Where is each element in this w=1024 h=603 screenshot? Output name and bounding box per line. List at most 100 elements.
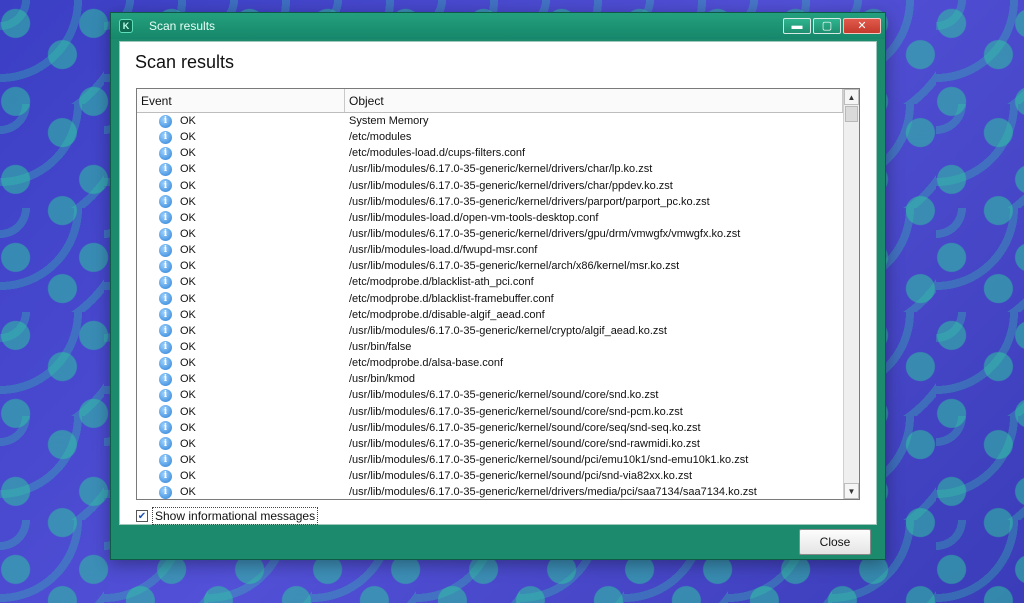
info-icon: i (159, 114, 172, 128)
info-icon: i (159, 162, 172, 176)
info-icon: i (159, 130, 172, 144)
scroll-down-icon[interactable]: ▼ (844, 483, 859, 499)
event-text: OK (180, 486, 196, 499)
object-cell: /usr/bin/kmod (349, 373, 416, 386)
event-text: OK (180, 228, 196, 241)
table-row[interactable]: i OK/usr/lib/modules/6.17.0-35-generic/ke… (137, 468, 843, 484)
object-cell: /usr/lib/modules/6.17.0-35-generic/kerne… (349, 405, 683, 418)
table-row[interactable]: i OK/usr/lib/modules-load.d/fwupd-msr.con… (137, 242, 843, 258)
vertical-scrollbar[interactable]: ▲ ▼ (843, 89, 859, 499)
event-text: OK (180, 373, 196, 386)
table-row[interactable]: i OK/usr/bin/false (137, 339, 843, 355)
table-row[interactable]: i OK/usr/lib/modules/6.17.0-35-generic/ke… (137, 452, 843, 468)
event-text: OK (180, 437, 196, 450)
event-text: OK (180, 292, 196, 305)
table-row[interactable]: i OK System Memory (137, 113, 843, 129)
event-cell: i OK (137, 421, 345, 435)
object-cell: /etc/modprobe.d/blacklist-framebuffer.co… (349, 292, 554, 305)
table-row[interactable]: i OK/usr/lib/modules/6.17.0-35-generic/ke… (137, 387, 843, 403)
show-informational-toggle[interactable]: ✔ Show informational messages (136, 507, 319, 525)
info-icon: i (159, 308, 172, 322)
table-row[interactable]: i OK/usr/lib/modules/6.17.0-35-generic/ke… (137, 404, 843, 420)
object-cell: /etc/modprobe.d/disable-algif_aead.conf (349, 308, 545, 321)
show-informational-label[interactable]: Show informational messages (152, 507, 319, 525)
event-text: OK (180, 195, 196, 208)
column-header-object[interactable]: Object (345, 89, 843, 112)
column-header-event[interactable]: Event (137, 89, 345, 112)
table-row[interactable]: i OK/usr/lib/modules/6.17.0-35-generic/ke… (137, 484, 843, 499)
info-icon: i (159, 405, 172, 419)
info-icon: i (159, 243, 172, 257)
info-icon: i (159, 146, 172, 160)
event-text: OK (180, 260, 196, 273)
table-row[interactable]: i OK/usr/lib/modules/6.17.0-35-generic/ke… (137, 178, 843, 194)
event-cell: i OK (137, 308, 345, 322)
info-icon: i (159, 275, 172, 289)
table-row[interactable]: i OK/etc/modprobe.d/blacklist-ath_pci.con… (137, 274, 843, 290)
page-title: Scan results (135, 52, 235, 72)
object-cell: /usr/lib/modules/6.17.0-35-generic/kerne… (349, 228, 741, 241)
event-text: OK (180, 421, 196, 434)
table-row[interactable]: i OK/usr/lib/modules/6.17.0-35-generic/ke… (137, 258, 843, 274)
event-text: OK (180, 147, 196, 160)
scroll-up-icon[interactable]: ▲ (844, 89, 859, 105)
object-cell: /etc/modprobe.d/blacklist-ath_pci.conf (349, 276, 534, 289)
table-row[interactable]: i OK/usr/lib/modules/6.17.0-35-generic/ke… (137, 194, 843, 210)
event-cell: i OK (137, 437, 345, 451)
table-row[interactable]: i OK/usr/lib/modules-load.d/open-vm-tools… (137, 210, 843, 226)
event-text: OK (180, 405, 196, 418)
table-row[interactable]: i OK/usr/lib/modules/6.17.0-35-generic/ke… (137, 226, 843, 242)
object-cell: /usr/lib/modules/6.17.0-35-generic/kerne… (349, 421, 701, 434)
event-text: OK (180, 163, 196, 176)
event-text: OK (180, 244, 196, 257)
object-cell: /etc/modules (349, 131, 412, 144)
event-cell: i OK (137, 114, 345, 128)
event-cell: i OK (137, 130, 345, 144)
info-icon: i (159, 179, 172, 193)
close-button[interactable]: Close (799, 529, 871, 555)
show-informational-checkbox[interactable]: ✔ (136, 510, 148, 522)
info-icon: i (159, 388, 172, 402)
event-text: OK (180, 470, 196, 483)
event-cell: i OK (137, 292, 345, 306)
event-text: OK (180, 211, 196, 224)
event-cell: i OK (137, 259, 345, 273)
event-text: OK (180, 115, 196, 128)
table-row[interactable]: i OK/usr/lib/modules/6.17.0-35-generic/ke… (137, 323, 843, 339)
event-cell: i OK (137, 485, 345, 499)
table-row[interactable]: i OK/etc/modules (137, 129, 843, 145)
table-row[interactable]: i OK/etc/modprobe.d/disable-algif_aead.co… (137, 307, 843, 323)
info-icon: i (159, 453, 172, 467)
object-cell: /usr/lib/modules/6.17.0-35-generic/kerne… (349, 195, 710, 208)
event-cell: i OK (137, 340, 345, 354)
minimize-button[interactable]: ▬ (783, 18, 811, 34)
title-bar[interactable]: K Scan results ▬ ▢ ✕ (111, 13, 885, 39)
table-row[interactable]: i OK/etc/modprobe.d/blacklist-framebuffer… (137, 291, 843, 307)
table-row[interactable]: i OK/etc/modprobe.d/alsa-base.conf (137, 355, 843, 371)
maximize-button[interactable]: ▢ (813, 18, 841, 34)
event-cell: i OK (137, 388, 345, 402)
event-text: OK (180, 389, 196, 402)
event-text: OK (180, 341, 196, 354)
table-row[interactable]: i OK/etc/modules-load.d/cups-filters.conf (137, 145, 843, 161)
table-row[interactable]: i OK/usr/bin/kmod (137, 371, 843, 387)
dialog-body: Scan results Event Object i OK System Memo… (119, 41, 877, 525)
table-row[interactable]: i OK/usr/lib/modules/6.17.0-35-generic/ke… (137, 161, 843, 177)
object-cell: System Memory (349, 115, 429, 128)
info-icon: i (159, 340, 172, 354)
event-cell: i OK (137, 179, 345, 193)
object-cell: /usr/lib/modules/6.17.0-35-generic/kerne… (349, 324, 667, 337)
table-row[interactable]: i OK/usr/lib/modules/6.17.0-35-generic/ke… (137, 436, 843, 452)
event-text: OK (180, 276, 196, 289)
scrollbar-thumb[interactable] (845, 106, 858, 122)
info-icon: i (159, 195, 172, 209)
info-icon: i (159, 259, 172, 273)
object-cell: /usr/lib/modules-load.d/fwupd-msr.conf (349, 244, 538, 257)
info-icon: i (159, 356, 172, 370)
results-table: Event Object i OK System Memory i OK/etc/mod… (136, 88, 860, 500)
event-text: OK (180, 324, 196, 337)
table-row[interactable]: i OK/usr/lib/modules/6.17.0-35-generic/ke… (137, 420, 843, 436)
close-window-button[interactable]: ✕ (843, 18, 881, 34)
object-cell: /usr/lib/modules/6.17.0-35-generic/kerne… (349, 163, 653, 176)
event-cell: i OK (137, 372, 345, 386)
